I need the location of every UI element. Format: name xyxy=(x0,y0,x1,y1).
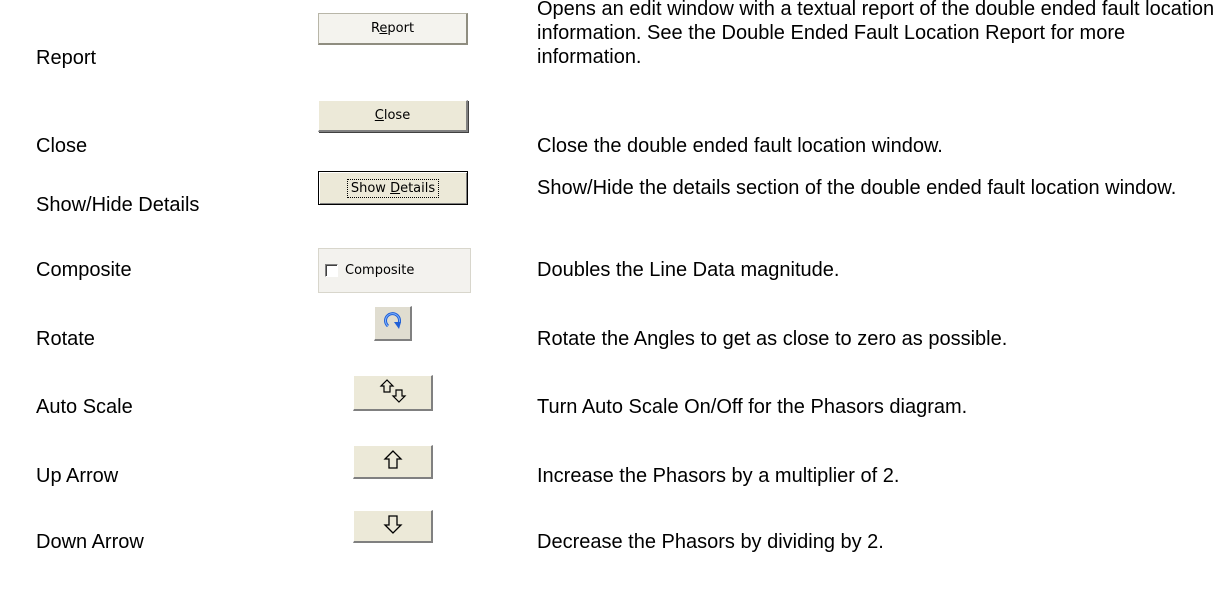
control-name: Auto Scale xyxy=(36,396,133,418)
rotate-button[interactable] xyxy=(374,306,412,341)
auto-scale-arrows-icon xyxy=(378,378,408,408)
control-description: Rotate the Angles to get as close to zer… xyxy=(537,328,1008,350)
show-details-button[interactable]: Show Details xyxy=(318,171,468,205)
composite-checkbox[interactable]: Composite xyxy=(318,248,471,293)
control-name: Down Arrow xyxy=(36,531,144,553)
control-description: Close the double ended fault location wi… xyxy=(537,135,943,157)
control-description: Increase the Phasors by a multiplier of … xyxy=(537,465,900,487)
report-button[interactable]: Report xyxy=(318,13,468,45)
down-arrow-button[interactable] xyxy=(353,510,433,543)
composite-checkbox-label: Composite xyxy=(345,263,415,278)
up-arrow-button[interactable] xyxy=(353,445,433,479)
down-arrow-icon xyxy=(382,513,404,539)
control-description: Show/Hide the details section of the dou… xyxy=(537,177,1177,199)
control-name: Rotate xyxy=(36,328,95,350)
control-name: Close xyxy=(36,135,88,157)
control-name: Report xyxy=(36,47,97,69)
up-arrow-icon xyxy=(382,449,404,475)
control-description: Turn Auto Scale On/Off for the Phasors d… xyxy=(537,396,968,418)
control-name: Show/Hide Details xyxy=(36,194,200,216)
auto-scale-button[interactable] xyxy=(353,375,433,411)
close-button[interactable]: Close xyxy=(318,100,468,132)
control-description: Opens an edit window with a textual repo… xyxy=(537,0,1215,68)
control-description: Decrease the Phasors by dividing by 2. xyxy=(537,531,884,553)
report-button-label: Report xyxy=(370,21,415,36)
rotate-icon xyxy=(381,309,405,337)
control-description: Doubles the Line Data magnitude. xyxy=(537,259,840,281)
control-name: Up Arrow xyxy=(36,465,119,487)
control-name: Composite xyxy=(36,259,132,281)
checkbox-box[interactable] xyxy=(325,264,338,277)
close-button-label: Close xyxy=(374,108,411,123)
show-details-button-label: Show Details xyxy=(346,178,440,198)
